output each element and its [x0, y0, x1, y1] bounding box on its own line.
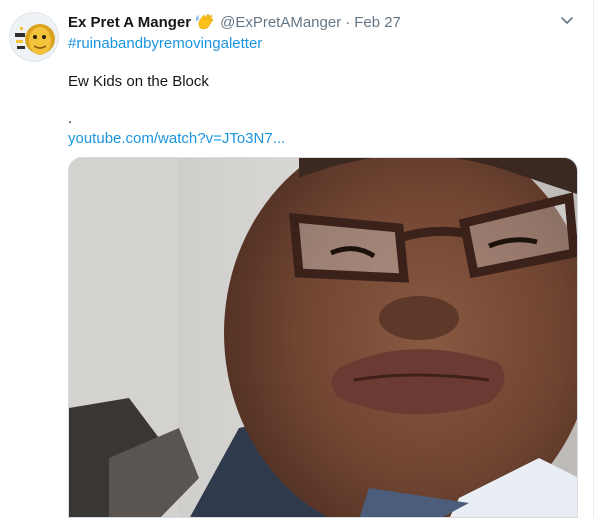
waving-hand-icon: [195, 13, 215, 31]
tweet-card[interactable]: Ex Pret A Manger @ExPretAManger · Feb 27…: [0, 0, 594, 518]
video-frame-image: [69, 158, 577, 517]
avatar[interactable]: [9, 12, 59, 62]
tweet-header: Ex Pret A Manger @ExPretAManger · Feb 27: [68, 12, 401, 32]
video-thumbnail[interactable]: [68, 157, 578, 518]
hashtag-link[interactable]: #ruinabandbyremovingaletter: [68, 35, 262, 52]
display-name[interactable]: Ex Pret A Manger: [68, 14, 191, 31]
header-separator: ·: [345, 13, 351, 31]
chevron-down-icon[interactable]: [559, 12, 575, 28]
avatar-image: [10, 13, 58, 61]
youtube-link[interactable]: youtube.com/watch?v=JTo3N7...: [68, 130, 285, 147]
user-handle[interactable]: @ExPretAManger: [220, 14, 341, 31]
tweet-date[interactable]: Feb 27: [354, 14, 401, 31]
tweet-text: Ew Kids on the Block: [68, 73, 209, 90]
tweet-dot: .: [68, 110, 73, 127]
